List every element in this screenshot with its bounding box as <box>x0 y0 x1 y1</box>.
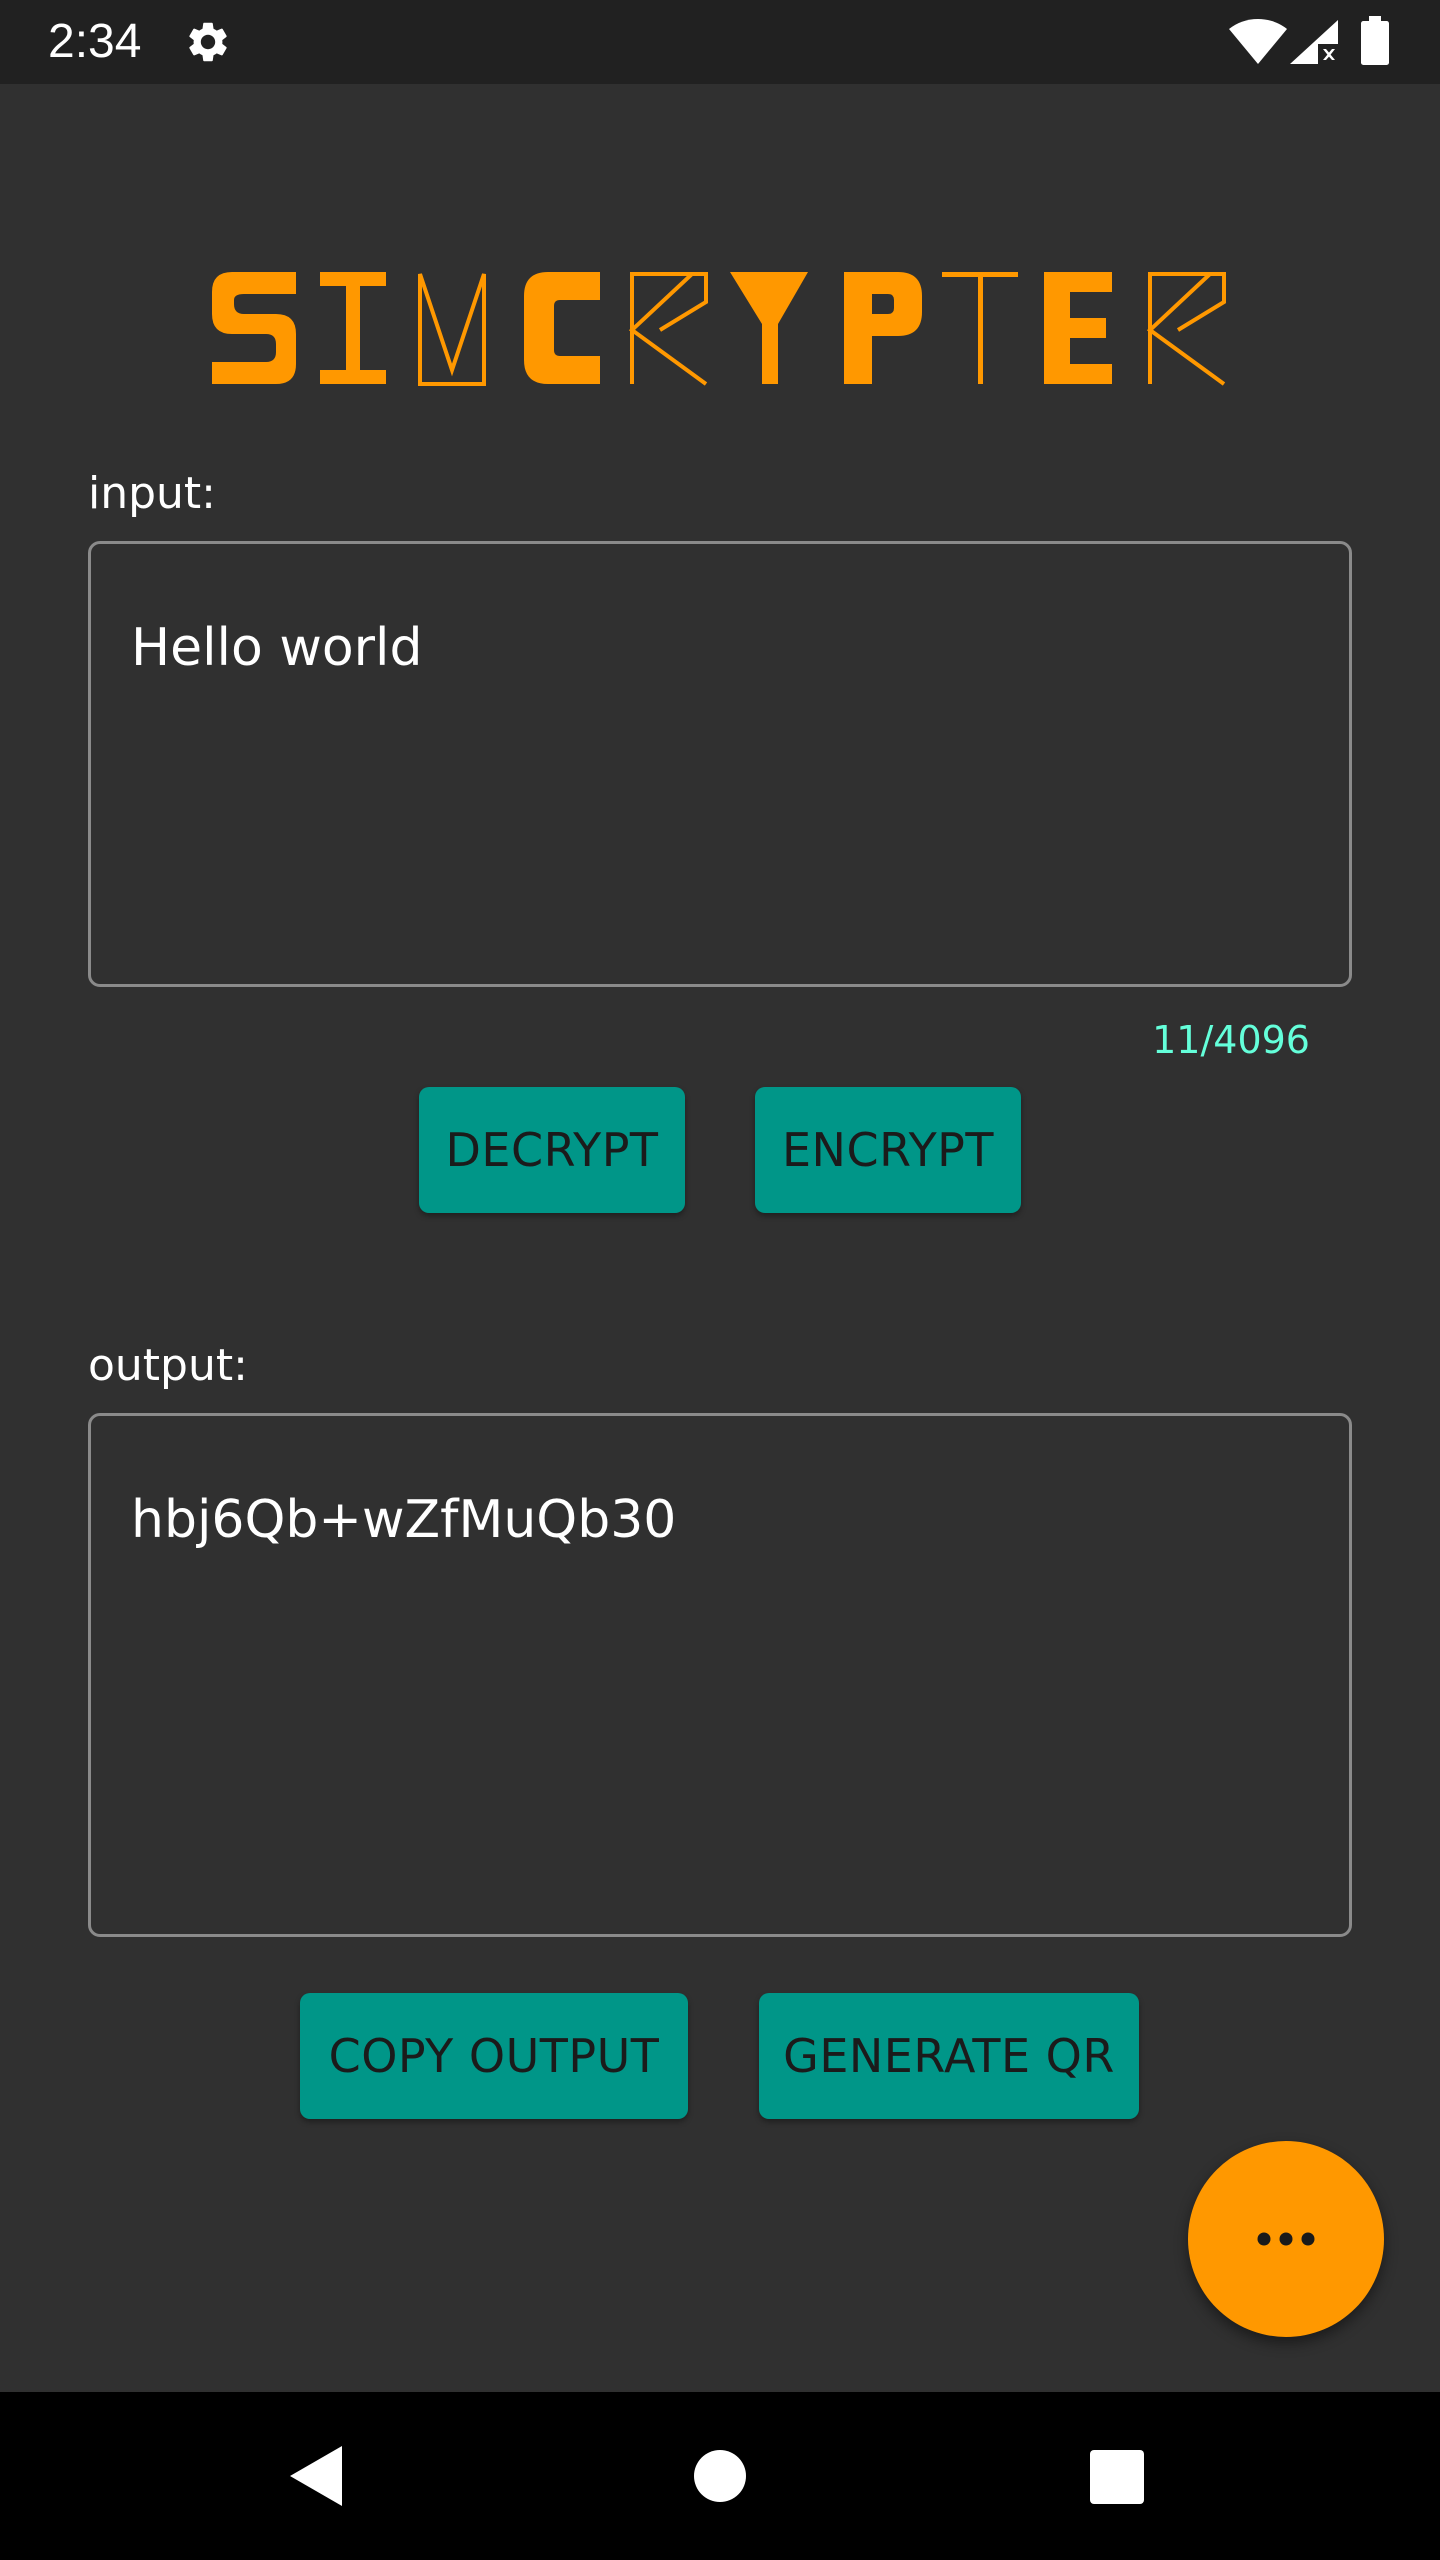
input-label: input: <box>88 468 217 519</box>
input-field[interactable]: Hello world <box>88 541 1352 987</box>
status-bar: 2:34 <box>0 0 1440 84</box>
battery-icon <box>1361 16 1389 65</box>
generate-qr-button[interactable]: GENERATE QR <box>759 1993 1139 2119</box>
navigation-bar <box>0 2392 1440 2560</box>
character-counter: 11/4096 <box>1152 1018 1310 1062</box>
output-field[interactable]: hbj6Qb+wZfMuQb30 <box>88 1413 1352 1937</box>
app-logo <box>212 272 1226 386</box>
recents-icon[interactable] <box>1090 2450 1144 2504</box>
encrypt-button[interactable]: ENCRYPT <box>755 1087 1021 1213</box>
copy-output-button[interactable]: COPY OUTPUT <box>300 1993 688 2119</box>
more-options-fab[interactable] <box>1188 2141 1384 2337</box>
input-value: Hello world <box>131 618 423 678</box>
signal-no-data-icon <box>1290 20 1338 64</box>
more-horizontal-icon <box>1257 2232 1315 2246</box>
decrypt-button[interactable]: DECRYPT <box>419 1087 685 1213</box>
status-time: 2:34 <box>48 15 142 68</box>
output-label: output: <box>88 1340 248 1391</box>
gear-icon <box>189 22 227 62</box>
output-value: hbj6Qb+wZfMuQb30 <box>131 1490 677 1550</box>
wifi-icon <box>1229 19 1287 64</box>
home-icon[interactable] <box>694 2450 746 2502</box>
back-icon[interactable] <box>288 2444 344 2508</box>
